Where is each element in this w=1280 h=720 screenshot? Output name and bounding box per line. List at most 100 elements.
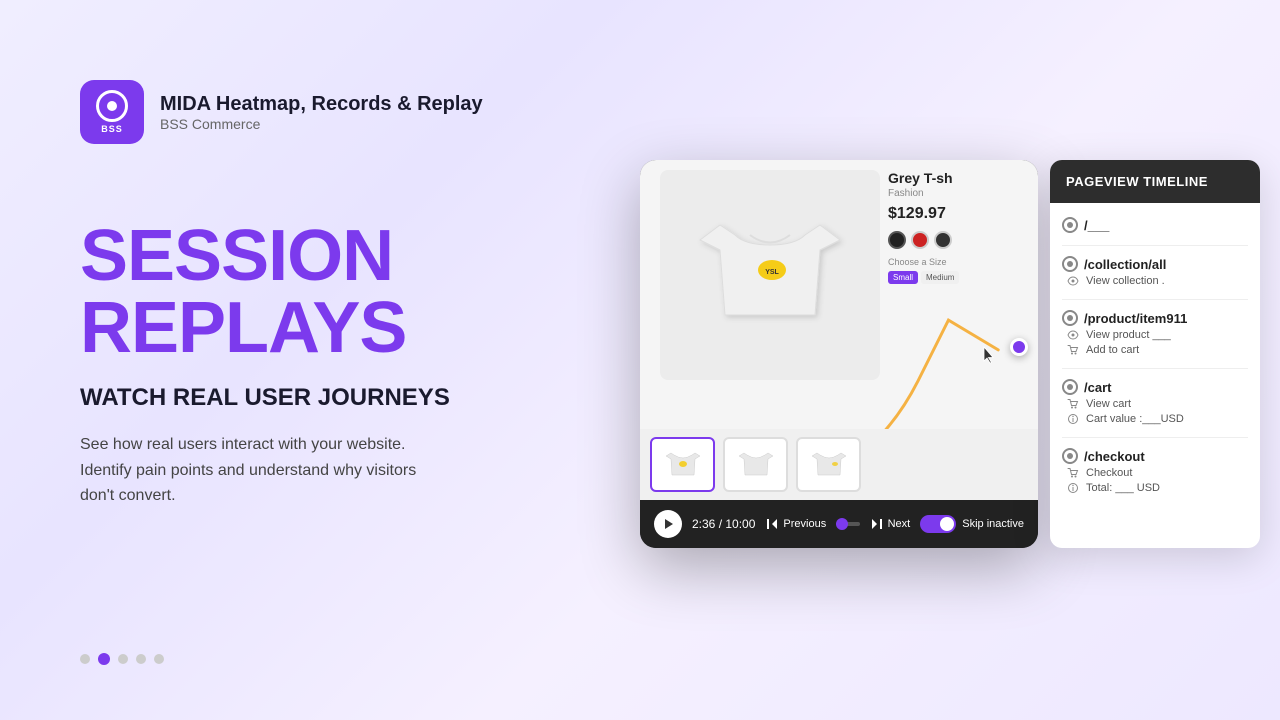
thumb-3[interactable]: [796, 437, 861, 492]
add-to-cart-text: Add to cart: [1086, 344, 1139, 356]
size-medium[interactable]: Medium: [921, 271, 959, 284]
timeline-sub-checkout: Checkout: [1062, 466, 1248, 480]
timeline-item-cart[interactable]: /cart View cart: [1050, 373, 1260, 433]
app-name: MIDA Heatmap, Records & Replay: [160, 93, 483, 116]
thumb-2[interactable]: [723, 437, 788, 492]
size-label: Choose a Size: [888, 257, 1028, 267]
product-category: Fashion: [888, 188, 1028, 199]
globe-icon-checkout: [1062, 448, 1078, 464]
route-path-root: /___: [1084, 218, 1109, 233]
globe-icon-cart: [1062, 379, 1078, 395]
cart-icon-checkout: [1066, 466, 1080, 480]
divider-3: [1062, 368, 1248, 369]
skip-toggle: Skip inactive: [920, 515, 1024, 533]
timeline-header: PAGEVIEW TIMELINE: [1050, 160, 1260, 203]
hero-desc-line2: Identify pain points and understand why …: [80, 462, 416, 479]
hero-desc-line3: don't convert.: [80, 487, 176, 504]
product-page-mock: YSL Grey T-sh Fashion $129.97 Choose a S…: [640, 160, 1038, 500]
info-icon-checkout: [1066, 481, 1080, 495]
company-name: BSS Commerce: [160, 116, 483, 132]
dot-1[interactable]: [80, 654, 90, 664]
checkout-total-text: Total: ___ USD: [1086, 482, 1160, 494]
logo-bss-text: BSS: [101, 124, 123, 134]
svg-text:YSL: YSL: [765, 269, 779, 276]
dot-2[interactable]: [98, 653, 110, 665]
color-red[interactable]: [911, 231, 929, 249]
prev-button[interactable]: Previous: [765, 517, 826, 531]
product-image-area: YSL: [660, 170, 880, 380]
timeline-route-root: /___: [1062, 217, 1248, 233]
timeline-route-product: /product/item911: [1062, 310, 1248, 326]
skip-label: Skip inactive: [962, 518, 1024, 530]
divider-2: [1062, 299, 1248, 300]
size-section: Choose a Size Small Medium: [888, 257, 1028, 284]
progress-fill: [836, 522, 842, 526]
time-display: 2:36 / 10:00: [692, 517, 755, 531]
timeline-item-root[interactable]: /___: [1050, 211, 1260, 241]
thumbnail-strip: [640, 429, 1038, 500]
size-buttons: Small Medium: [888, 271, 1028, 284]
timeline-sub-view-product: View product ___: [1062, 328, 1248, 342]
size-small[interactable]: Small: [888, 271, 918, 284]
timeline-panel: PAGEVIEW TIMELINE /___ /collection/all: [1050, 160, 1260, 548]
timeline-sub-view-collection: View collection .: [1062, 274, 1248, 288]
view-product-text: View product ___: [1086, 329, 1171, 341]
tshirt-image: YSL: [690, 195, 850, 355]
prev-label: Previous: [783, 518, 826, 530]
route-path-cart: /cart: [1084, 380, 1111, 395]
hero-description: See how real users interact with your we…: [80, 432, 640, 509]
play-button[interactable]: [654, 510, 682, 538]
globe-icon-product: [1062, 310, 1078, 326]
toggle-switch[interactable]: [920, 515, 956, 533]
timeline-sub-cart-value: Cart value :___USD: [1062, 412, 1248, 426]
video-screen: YSL Grey T-sh Fashion $129.97 Choose a S…: [640, 160, 1038, 500]
cart-value-text: Cart value :___USD: [1086, 413, 1184, 425]
color-dark[interactable]: [934, 231, 952, 249]
video-controls: 2:36 / 10:00 Previous Next: [640, 500, 1038, 548]
timeline-item-product[interactable]: /product/item911 View product ___: [1050, 304, 1260, 364]
timeline-sub-total: Total: ___ USD: [1062, 481, 1248, 495]
timeline-route-collection: /collection/all: [1062, 256, 1248, 272]
cart-icon-product: [1066, 343, 1080, 357]
timeline-sub-view-cart: View cart: [1062, 397, 1248, 411]
product-title: Grey T-sh: [888, 170, 1028, 186]
color-black[interactable]: [888, 231, 906, 249]
globe-icon-collection: [1062, 256, 1078, 272]
divider-4: [1062, 437, 1248, 438]
route-path-checkout: /checkout: [1084, 449, 1145, 464]
hero-subtitle: WATCH REAL USER JOURNEYS: [80, 384, 640, 412]
toggle-thumb: [940, 517, 954, 531]
video-player: YSL Grey T-sh Fashion $129.97 Choose a S…: [640, 160, 1038, 548]
cursor-indicator: [980, 345, 1000, 370]
color-options: [888, 231, 1028, 249]
pagination-dots: [80, 653, 164, 665]
product-info: Grey T-sh Fashion $129.97 Choose a Size …: [888, 170, 1028, 292]
dot-4[interactable]: [136, 654, 146, 664]
next-label: Next: [888, 518, 911, 530]
hero-main-title: SESSION REPLAYS: [80, 220, 640, 364]
info-icon-cart: [1066, 412, 1080, 426]
hero-desc-line1: See how real users interact with your we…: [80, 436, 405, 453]
route-path-collection: /collection/all: [1084, 257, 1166, 272]
globe-icon-root: [1062, 217, 1078, 233]
playhead-indicator: [1010, 338, 1028, 356]
timeline-sub-add-to-cart: Add to cart: [1062, 343, 1248, 357]
demo-container: YSL Grey T-sh Fashion $129.97 Choose a S…: [640, 160, 1260, 548]
timeline-items: /___ /collection/all View: [1050, 203, 1260, 510]
hero-section: SESSION REPLAYS WATCH REAL USER JOURNEYS…: [80, 220, 640, 509]
timeline-item-collection[interactable]: /collection/all View collection .: [1050, 250, 1260, 295]
timeline-item-checkout[interactable]: /checkout Checkout: [1050, 442, 1260, 502]
logo-text-block: MIDA Heatmap, Records & Replay BSS Comme…: [160, 93, 483, 132]
app-header: BSS MIDA Heatmap, Records & Replay BSS C…: [80, 80, 483, 144]
progress-bar[interactable]: [836, 522, 859, 526]
logo-icon: [96, 90, 128, 122]
eye-icon-product: [1066, 328, 1080, 342]
dot-5[interactable]: [154, 654, 164, 664]
app-logo: BSS: [80, 80, 144, 144]
next-button[interactable]: Next: [870, 517, 911, 531]
eye-icon-collection: [1066, 274, 1080, 288]
dot-3[interactable]: [118, 654, 128, 664]
thumb-1[interactable]: [650, 437, 715, 492]
divider-1: [1062, 245, 1248, 246]
checkout-text: Checkout: [1086, 467, 1132, 479]
